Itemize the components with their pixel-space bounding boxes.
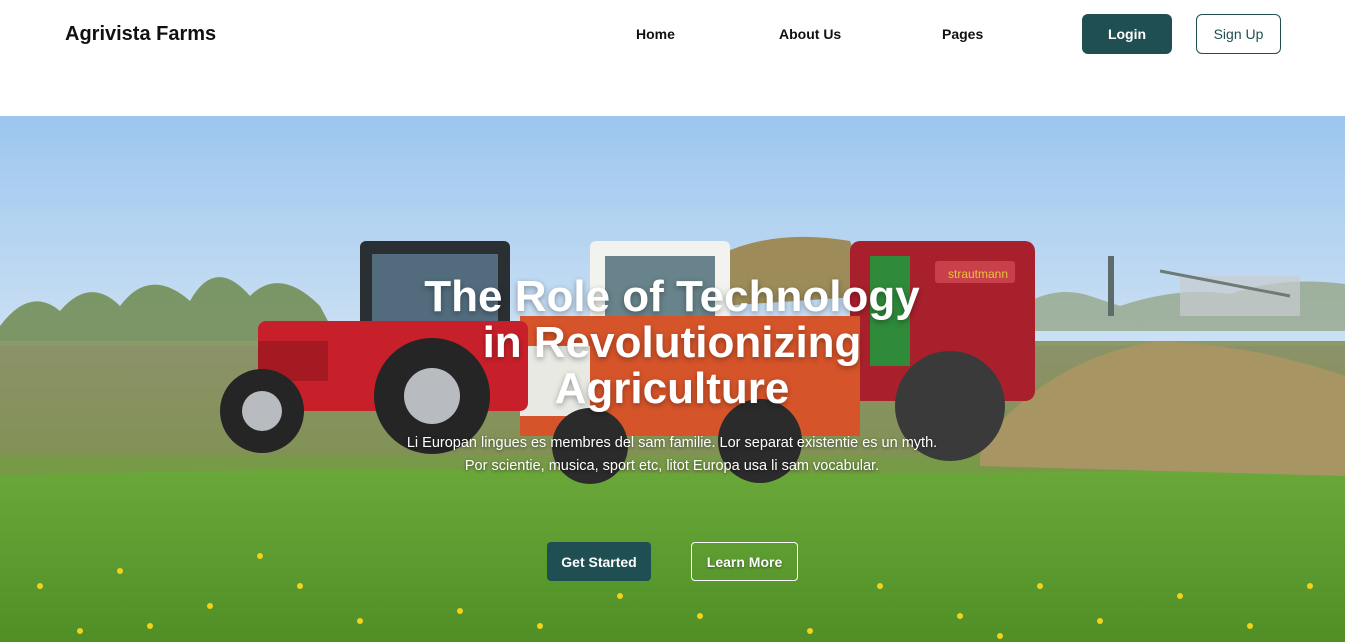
hero-subtitle: Li Europan lingues es membres del sam fa… — [406, 435, 938, 474]
hero-title-line-2: in Revolutionizing — [482, 318, 862, 367]
hero-section: strautmann The Role of Technology in Rev… — [0, 116, 1345, 642]
hero-title-line-1: The Role of Technology — [424, 272, 920, 321]
nav-about-us[interactable]: About Us — [779, 26, 841, 42]
get-started-button[interactable]: Get Started — [547, 542, 651, 581]
signup-button[interactable]: Sign Up — [1196, 14, 1281, 54]
hero-title-line-3: Agriculture — [554, 364, 790, 413]
nav-pages[interactable]: Pages — [942, 26, 983, 42]
brand-logo[interactable]: Agrivista Farms — [65, 23, 216, 46]
hero-title: The Role of Technology in Revolutionizin… — [372, 274, 972, 412]
site-header: Agrivista Farms Home About Us Pages Logi… — [0, 0, 1345, 116]
nav-home[interactable]: Home — [636, 26, 675, 42]
login-button[interactable]: Login — [1082, 14, 1172, 54]
learn-more-button[interactable]: Learn More — [691, 542, 798, 581]
